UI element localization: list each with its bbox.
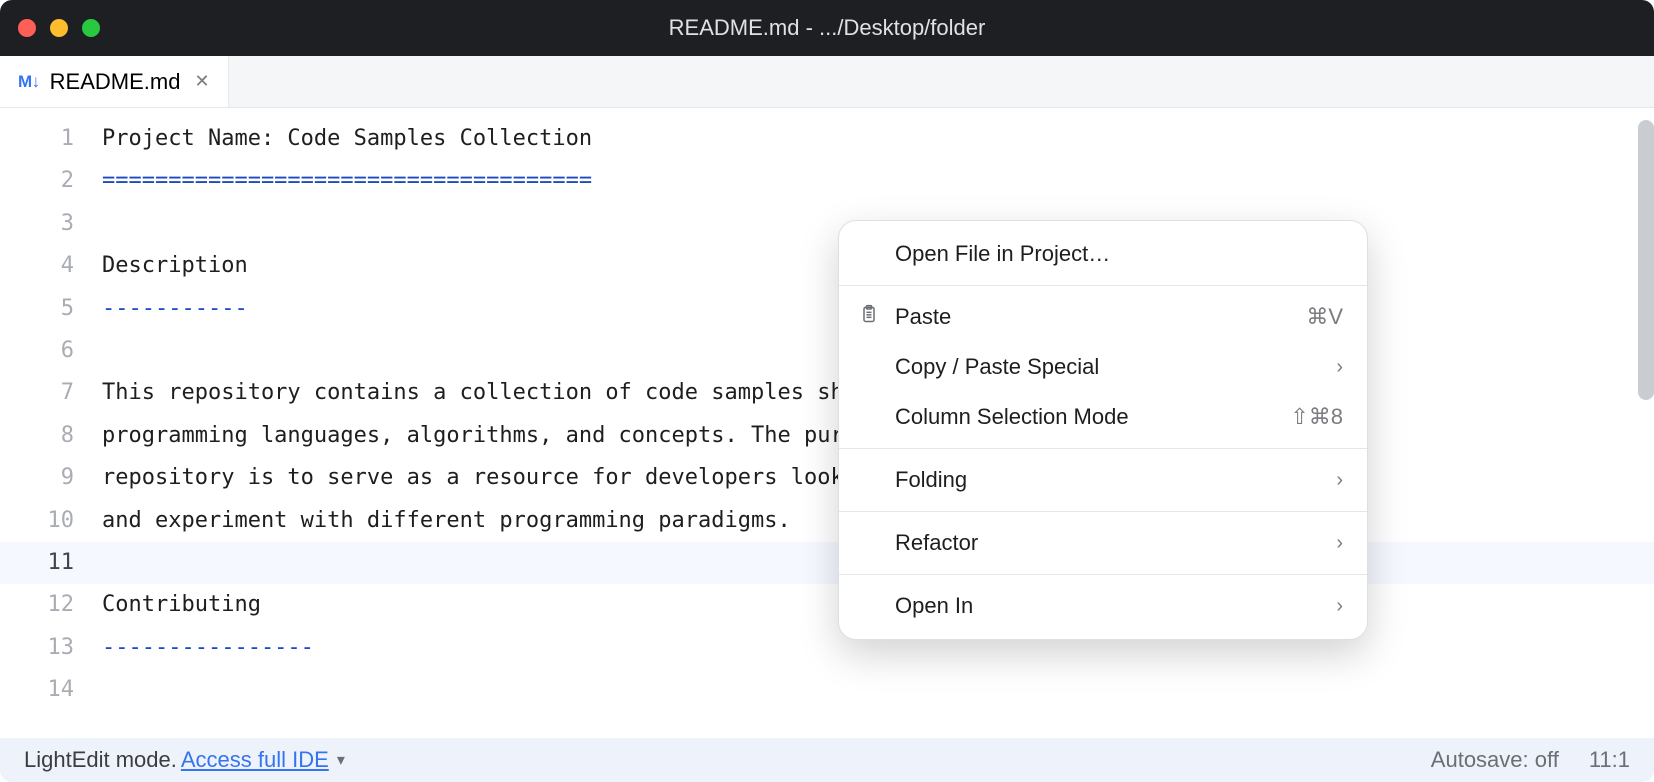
- line-number-gutter: 1234567891011121314: [0, 108, 92, 738]
- window-controls: [18, 19, 100, 37]
- menu-shortcut: ⌘V: [1306, 304, 1343, 330]
- menu-separator: [839, 574, 1367, 575]
- tab-bar: M↓ README.md ✕: [0, 56, 1654, 108]
- menu-separator: [839, 448, 1367, 449]
- close-window-button[interactable]: [18, 19, 36, 37]
- line-number: 3: [0, 203, 92, 245]
- line-number: 13: [0, 627, 92, 669]
- menu-item-copy-paste-special[interactable]: Copy / Paste Special ›: [839, 342, 1367, 392]
- menu-item-label: Copy / Paste Special: [895, 354, 1099, 380]
- scroll-thumb[interactable]: [1638, 120, 1654, 400]
- menu-item-label: Folding: [895, 467, 967, 493]
- chevron-right-icon: ›: [1336, 532, 1343, 555]
- code-line[interactable]: Project Name: Code Samples Collection: [92, 118, 1654, 160]
- line-number: 9: [0, 457, 92, 499]
- menu-item-label: Paste: [895, 304, 951, 330]
- status-bar: LightEdit mode. Access full IDE ▾ Autosa…: [0, 738, 1654, 782]
- close-tab-icon[interactable]: ✕: [190, 71, 213, 92]
- menu-item-column-selection-mode[interactable]: Column Selection Mode ⇧⌘8: [839, 392, 1367, 442]
- lightedit-mode-label: LightEdit mode.: [24, 747, 177, 773]
- line-number: 8: [0, 415, 92, 457]
- line-number: 11: [0, 542, 92, 584]
- autosave-status[interactable]: Autosave: off: [1431, 747, 1559, 773]
- menu-item-folding[interactable]: Folding ›: [839, 455, 1367, 505]
- line-number: 2: [0, 160, 92, 202]
- tab-readme[interactable]: M↓ README.md ✕: [0, 56, 229, 107]
- line-number: 4: [0, 245, 92, 287]
- tab-label: README.md: [50, 69, 181, 95]
- line-number: 12: [0, 584, 92, 626]
- line-number: 14: [0, 669, 92, 711]
- chevron-down-icon[interactable]: ▾: [337, 750, 345, 770]
- menu-separator: [839, 285, 1367, 286]
- menu-separator: [839, 511, 1367, 512]
- line-number: 1: [0, 118, 92, 160]
- access-full-ide-link[interactable]: Access full IDE: [181, 747, 329, 773]
- editor[interactable]: 1234567891011121314 Project Name: Code S…: [0, 108, 1654, 738]
- menu-item-paste[interactable]: Paste ⌘V: [839, 292, 1367, 342]
- code-line[interactable]: =====================================: [92, 160, 1654, 202]
- minimize-window-button[interactable]: [50, 19, 68, 37]
- menu-item-label: Column Selection Mode: [895, 404, 1129, 430]
- context-menu: Open File in Project… Paste ⌘V Copy / Paste…: [838, 220, 1368, 640]
- vertical-scrollbar[interactable]: [1638, 120, 1654, 420]
- line-number: 6: [0, 330, 92, 372]
- line-number: 10: [0, 500, 92, 542]
- maximize-window-button[interactable]: [82, 19, 100, 37]
- code-line[interactable]: [92, 669, 1654, 711]
- chevron-right-icon: ›: [1336, 595, 1343, 618]
- menu-item-label: Refactor: [895, 530, 978, 556]
- menu-item-refactor[interactable]: Refactor ›: [839, 518, 1367, 568]
- chevron-right-icon: ›: [1336, 356, 1343, 379]
- line-number: 7: [0, 372, 92, 414]
- line-number: 5: [0, 288, 92, 330]
- markdown-file-icon: M↓: [18, 72, 40, 92]
- menu-item-label: Open File in Project…: [895, 241, 1110, 267]
- menu-shortcut: ⇧⌘8: [1290, 404, 1343, 430]
- menu-item-open-in[interactable]: Open In ›: [839, 581, 1367, 631]
- menu-item-label: Open In: [895, 593, 973, 619]
- menu-item-open-file-in-project[interactable]: Open File in Project…: [839, 229, 1367, 279]
- cursor-position[interactable]: 11:1: [1589, 747, 1630, 773]
- clipboard-icon: [859, 303, 879, 331]
- window-title: README.md - .../Desktop/folder: [669, 15, 986, 41]
- titlebar: README.md - .../Desktop/folder: [0, 0, 1654, 56]
- chevron-right-icon: ›: [1336, 469, 1343, 492]
